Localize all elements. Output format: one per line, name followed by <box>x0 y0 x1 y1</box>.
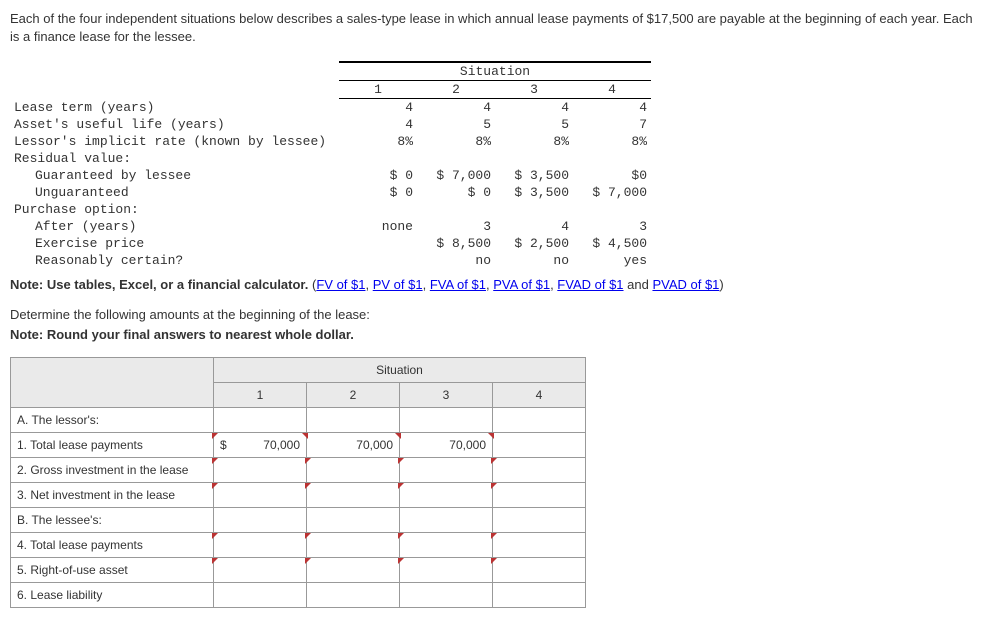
table-row: Exercise price $ 8,500 $ 2,500 $ 4,500 <box>10 235 651 252</box>
situation-data-table: Situation 1 2 3 4 Lease term (years) 4 4… <box>10 61 651 269</box>
fva-link[interactable]: FVA of $1 <box>430 277 486 292</box>
input-cell[interactable]: $70,000 <box>214 433 307 458</box>
table-row: After (years) none 3 4 3 <box>10 218 651 235</box>
situation-header: Situation <box>339 62 651 81</box>
input-cell[interactable] <box>307 533 400 558</box>
input-cell[interactable] <box>307 583 400 608</box>
input-cell[interactable] <box>307 558 400 583</box>
input-cell[interactable]: 70,000 <box>307 433 400 458</box>
answer-table: Situation 1 2 3 4 A. The lessor's: 1. To… <box>10 357 586 608</box>
table-row: 2. Gross investment in the lease <box>11 458 586 483</box>
input-cell[interactable] <box>493 458 586 483</box>
input-cell[interactable] <box>400 583 493 608</box>
instruction-1: Determine the following amounts at the b… <box>10 307 984 322</box>
pvad-link[interactable]: PVAD of $1 <box>652 277 719 292</box>
col-3: 3 <box>495 81 573 99</box>
input-cell[interactable] <box>307 483 400 508</box>
table-row: 1. Total lease payments $70,000 70,000 7… <box>11 433 586 458</box>
input-cell[interactable] <box>400 533 493 558</box>
input-cell[interactable] <box>214 483 307 508</box>
table-row: Residual value: <box>10 150 651 167</box>
intro-text: Each of the four independent situations … <box>10 10 984 46</box>
input-cell[interactable] <box>493 533 586 558</box>
input-cell[interactable] <box>400 483 493 508</box>
input-cell[interactable] <box>400 558 493 583</box>
answer-col-4: 4 <box>493 383 586 408</box>
input-cell[interactable] <box>493 483 586 508</box>
input-cell[interactable] <box>493 583 586 608</box>
input-cell[interactable] <box>214 558 307 583</box>
answer-col-3: 3 <box>400 383 493 408</box>
pva-link[interactable]: PVA of $1 <box>493 277 550 292</box>
table-row: Lease term (years) 4 4 4 4 <box>10 99 651 117</box>
input-cell[interactable] <box>307 458 400 483</box>
table-row: Reasonably certain? no no yes <box>10 252 651 269</box>
input-cell[interactable] <box>214 533 307 558</box>
pv-link[interactable]: PV of $1 <box>373 277 423 292</box>
input-cell[interactable] <box>214 583 307 608</box>
note-text: Note: Use tables, Excel, or a financial … <box>10 277 984 292</box>
table-row: 3. Net investment in the lease <box>11 483 586 508</box>
table-row: Lessor's implicit rate (known by lessee)… <box>10 133 651 150</box>
table-row: 4. Total lease payments <box>11 533 586 558</box>
answer-col-2: 2 <box>307 383 400 408</box>
col-1: 1 <box>339 81 417 99</box>
table-row: 5. Right-of-use asset <box>11 558 586 583</box>
input-cell[interactable] <box>400 458 493 483</box>
table-row: B. The lessee's: <box>11 508 586 533</box>
col-4: 4 <box>573 81 651 99</box>
table-row: Unguaranteed $ 0 $ 0 $ 3,500 $ 7,000 <box>10 184 651 201</box>
fv-link[interactable]: FV of $1 <box>316 277 365 292</box>
table-row: Asset's useful life (years) 4 5 5 7 <box>10 116 651 133</box>
fvad-link[interactable]: FVAD of $1 <box>557 277 623 292</box>
input-cell[interactable] <box>214 458 307 483</box>
answer-col-1: 1 <box>214 383 307 408</box>
col-2: 2 <box>417 81 495 99</box>
answer-situation-header: Situation <box>214 358 586 383</box>
input-cell[interactable] <box>493 433 586 458</box>
instruction-2: Note: Round your final answers to neares… <box>10 327 984 342</box>
table-row: A. The lessor's: <box>11 408 586 433</box>
table-row: Guaranteed by lessee $ 0 $ 7,000 $ 3,500… <box>10 167 651 184</box>
table-row: 6. Lease liability <box>11 583 586 608</box>
input-cell[interactable] <box>493 558 586 583</box>
table-row: Purchase option: <box>10 201 651 218</box>
input-cell[interactable]: 70,000 <box>400 433 493 458</box>
